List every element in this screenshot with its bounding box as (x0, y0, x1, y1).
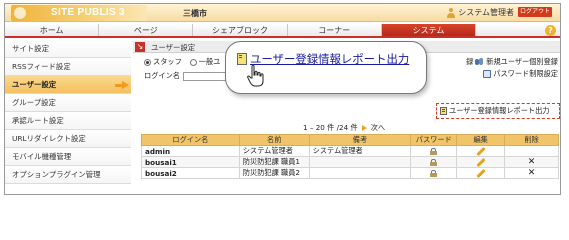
sidebar-item-option-plugins[interactable]: オプションプラグイン管理 (5, 166, 131, 184)
bulk-register-partial-label: 録 (466, 57, 474, 66)
col-note: 備考 (308, 134, 412, 146)
radio-general-dot[interactable] (189, 58, 197, 66)
table-header-row: ログイン名 名前 備考 パスワード 編集 削除 (141, 134, 559, 146)
zoom-callout: ユーザー登録情報レポート出力 (225, 41, 427, 94)
user-table: ログイン名 名前 備考 パスワード 編集 削除 admin システム管理者 シス… (141, 134, 559, 179)
main-nav: ホーム ページ シェアブロック コーナー システム (5, 24, 560, 38)
col-delete: 削除 (504, 134, 559, 146)
pencil-icon[interactable] (476, 146, 486, 157)
pager: 1 – 20 件 /24 件 次へ (303, 123, 385, 133)
table-row: bousai2 防災防犯課 職員2 ✕ (141, 167, 559, 179)
tab-home[interactable]: ホーム (5, 24, 100, 36)
bulk-register-link[interactable]: 録 新規ユーザー個別登録 (466, 56, 558, 68)
pager-count: 1 – 20 件 /24 件 (303, 123, 358, 132)
lock-icon[interactable] (430, 170, 438, 177)
sidebar-item-rss-feed[interactable]: RSSフィード設定 (5, 58, 131, 76)
tab-share-block[interactable]: シェアブロック (193, 24, 288, 36)
sidebar: サイト設定 RSSフィード設定 ユーザー設定 グループ設定 承認ルート設定 UR… (5, 40, 131, 194)
table-row: bousai1 防災防犯課 職員1 ✕ (141, 156, 559, 168)
user-name: システム管理者 (458, 8, 514, 17)
logo-mark-icon (14, 7, 26, 19)
sidebar-item-url-redirect[interactable]: URLリダイレクト設定 (5, 130, 131, 148)
table-row: admin システム管理者 システム管理者 (141, 145, 559, 157)
cell-name: 防災防犯課 職員1 (238, 156, 310, 168)
sidebar-item-approval-route[interactable]: 承認ルート設定 (5, 112, 131, 130)
cell-login: admin (141, 145, 240, 157)
tab-corner[interactable]: コーナー (288, 24, 382, 36)
arrow-right-icon (115, 81, 129, 89)
report-output-label: ユーザー登録情報レポート出力 (449, 106, 550, 115)
col-name: 名前 (238, 134, 310, 146)
section-arrow-icon: ↘ (135, 42, 145, 52)
password-settings-label: パスワード制限設定 (493, 69, 558, 78)
app-window: SITE PUBLIS 3 三橋市 システム管理者 ログアウト ホーム ページ … (4, 3, 561, 195)
user-icon (447, 7, 456, 18)
cell-edit (456, 156, 506, 168)
site-name: 三橋市 (183, 9, 207, 18)
password-doc-icon (483, 70, 492, 78)
help-icon[interactable]: ? (545, 25, 556, 36)
pager-next-link[interactable]: 次へ (371, 123, 385, 133)
sidebar-item-user-settings[interactable]: ユーザー設定 (5, 76, 131, 94)
callout-report-label: ユーザー登録情報レポート出力 (250, 52, 410, 66)
cell-password (410, 145, 458, 157)
col-login: ログイン名 (141, 134, 240, 146)
user-type-radios: スタッフ 一般ユ (144, 57, 220, 67)
radio-general-label: 一般ユ (198, 57, 221, 66)
lock-icon[interactable] (430, 148, 438, 155)
report-output-link[interactable]: ユーザー登録情報レポート出力 (436, 103, 560, 119)
lock-icon[interactable] (430, 159, 438, 166)
logo-text: SITE PUBLIS 3 (51, 7, 125, 18)
col-edit: 編集 (456, 134, 506, 146)
cell-edit (456, 167, 506, 179)
cell-name: システム管理者 (238, 145, 310, 157)
radio-staff[interactable]: スタッフ (144, 57, 182, 67)
pencil-icon[interactable] (476, 157, 486, 168)
cell-login: bousai1 (141, 156, 240, 168)
cell-login: bousai2 (141, 167, 240, 179)
cell-delete: ✕ (504, 167, 559, 179)
logout-button[interactable]: ログアウト (518, 7, 552, 17)
cell-password (410, 167, 458, 179)
sidebar-item-mobile-models[interactable]: モバイル機種管理 (5, 148, 131, 166)
sidebar-item-site-settings[interactable]: サイト設定 (5, 40, 131, 58)
cell-delete: ✕ (504, 156, 559, 168)
site-publis-logo[interactable]: SITE PUBLIS 3 (11, 5, 147, 21)
cell-delete (504, 145, 559, 157)
current-user: システム管理者 (447, 7, 514, 18)
login-name-label: ログイン名 (144, 71, 180, 80)
report-icon (440, 107, 447, 115)
cell-note (308, 167, 412, 179)
cell-password (410, 156, 458, 168)
radio-staff-dot[interactable] (144, 58, 151, 66)
cell-name: 防災防犯課 職員2 (238, 167, 310, 179)
section-title: ユーザー設定 (151, 43, 196, 52)
pencil-icon[interactable] (476, 168, 486, 179)
col-password: パスワード (410, 134, 458, 146)
cell-note (308, 156, 412, 168)
tab-system[interactable]: システム (381, 24, 477, 36)
action-links: 録 新規ユーザー個別登録 パスワード制限設定 (466, 56, 558, 80)
users-icon (475, 58, 484, 66)
cell-edit (456, 145, 506, 157)
cell-note: システム管理者 (308, 145, 412, 157)
hand-pointer-icon (247, 64, 264, 87)
sidebar-item-group-settings[interactable]: グループ設定 (5, 94, 131, 112)
delete-x-icon[interactable]: ✕ (528, 168, 536, 178)
sidebar-item-label: ユーザー設定 (12, 80, 57, 89)
radio-general[interactable]: 一般ユ (189, 57, 221, 67)
delete-x-icon[interactable]: ✕ (528, 157, 536, 167)
password-settings-link[interactable]: パスワード制限設定 (466, 68, 558, 80)
radio-staff-label: スタッフ (153, 57, 182, 66)
tab-page[interactable]: ページ (99, 24, 194, 36)
new-user-link-label: 新規ユーザー個別登録 (486, 57, 558, 66)
top-header: SITE PUBLIS 3 三橋市 システム管理者 ログアウト (5, 4, 560, 22)
next-arrow-icon[interactable] (361, 125, 367, 131)
